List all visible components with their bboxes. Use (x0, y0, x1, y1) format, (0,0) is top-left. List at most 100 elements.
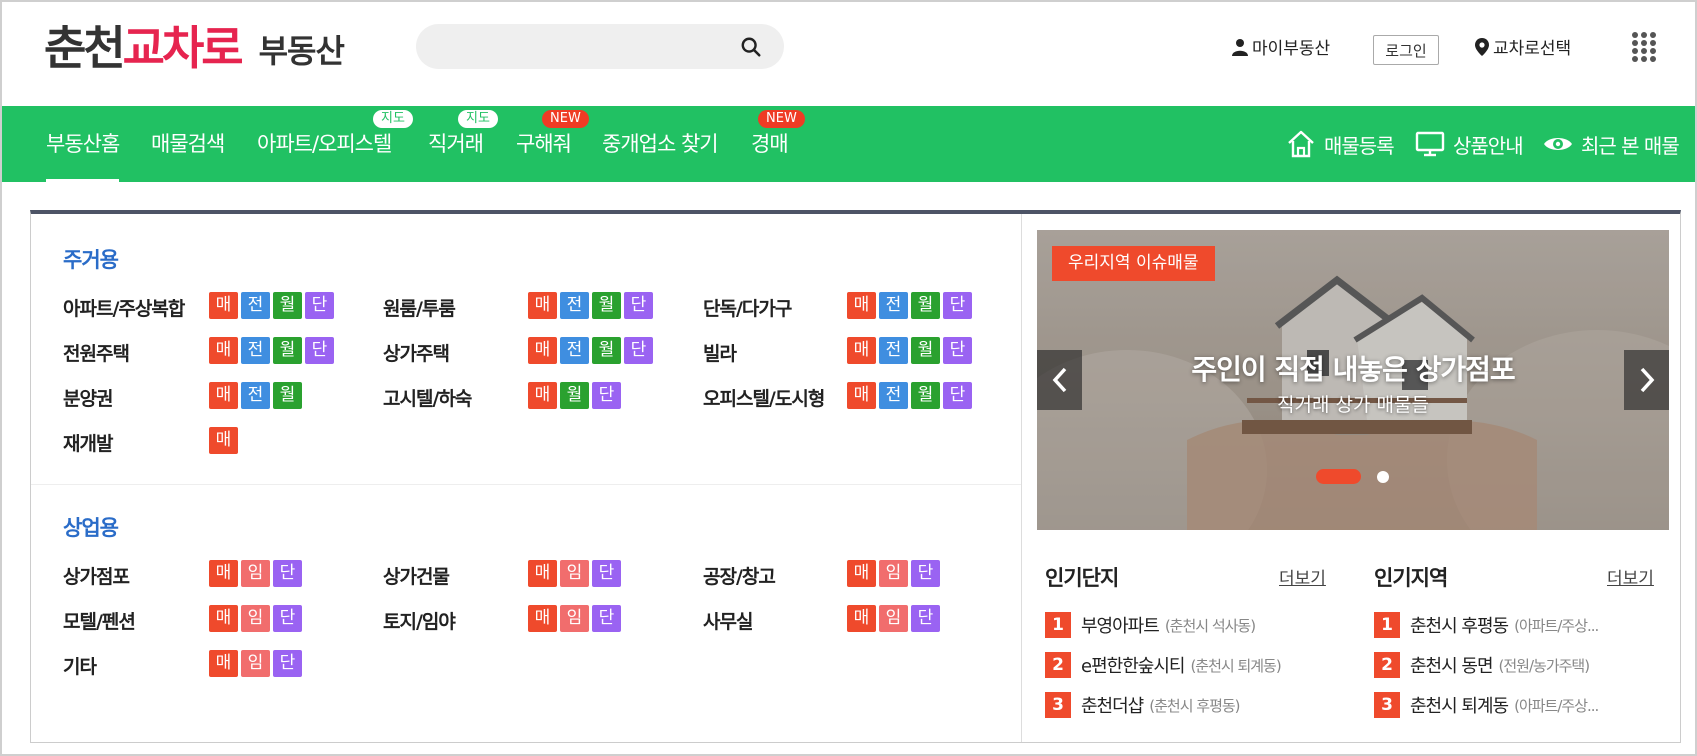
tag-sale[interactable]: 매 (209, 560, 238, 587)
tag-jeonse[interactable]: 전 (241, 292, 270, 319)
tag-sale[interactable]: 매 (209, 605, 238, 632)
tag-sale[interactable]: 매 (847, 337, 876, 364)
category-commercial-building[interactable]: 상가건물 (383, 562, 450, 589)
category-presale-right[interactable]: 분양권 (63, 384, 113, 411)
category-detached[interactable]: 단독/다가구 (703, 294, 792, 321)
nav-direct-deal[interactable]: 직거래 지도 (428, 106, 498, 182)
tag-lease[interactable]: 임 (241, 650, 270, 677)
tag-short-term[interactable]: 단 (592, 605, 621, 632)
tag-short-term[interactable]: 단 (592, 560, 621, 587)
tag-lease[interactable]: 임 (560, 560, 589, 587)
tag-sale[interactable]: 매 (528, 292, 557, 319)
nav-agency-finder[interactable]: 중개업소 찾기 (602, 106, 719, 182)
tag-sale[interactable]: 매 (209, 382, 238, 409)
tag-short-term[interactable]: 단 (624, 337, 653, 364)
product-info-link[interactable]: 상품안내 (1415, 106, 1524, 182)
tag-sale[interactable]: 매 (528, 337, 557, 364)
tag-short-term[interactable]: 단 (273, 560, 302, 587)
category-factory[interactable]: 공장/창고 (703, 562, 776, 589)
category-etc[interactable]: 기타 (63, 652, 97, 679)
tag-jeonse[interactable]: 전 (241, 382, 270, 409)
tag-monthly[interactable]: 월 (592, 292, 621, 319)
category-land[interactable]: 토지/임야 (383, 607, 456, 634)
nav-apartment[interactable]: 아파트/오피스텔 지도 (257, 106, 413, 182)
banner-prev-button[interactable] (1037, 350, 1082, 410)
my-page-link[interactable]: 마이부동산 (1232, 34, 1330, 59)
tag-monthly[interactable]: 월 (911, 382, 940, 409)
nav-request[interactable]: 구해줘 NEW (516, 106, 589, 182)
popular-region-more-link[interactable]: 더보기 (1607, 564, 1654, 589)
category-motel[interactable]: 모텔/펜션 (63, 607, 136, 634)
tag-jeonse[interactable]: 전 (241, 337, 270, 364)
tag-sale[interactable]: 매 (847, 605, 876, 632)
issue-listing-banner[interactable]: 우리지역 이슈매물 주인이 직접 내놓은 상가점포 직거래 상가 매물들 (1037, 230, 1669, 530)
pagination-dot[interactable] (1377, 470, 1389, 483)
tag-sale[interactable]: 매 (847, 292, 876, 319)
search-input[interactable] (416, 24, 784, 69)
list-item[interactable]: 2 e편한한숲시티 (춘천시 퇴계동) (1045, 652, 1282, 678)
tag-short-term[interactable]: 단 (305, 337, 334, 364)
tag-jeonse[interactable]: 전 (879, 337, 908, 364)
tag-short-term[interactable]: 단 (943, 382, 972, 409)
register-listing-link[interactable]: 매물등록 (1286, 106, 1395, 182)
tag-monthly[interactable]: 월 (592, 337, 621, 364)
tag-lease[interactable]: 임 (560, 605, 589, 632)
tag-sale[interactable]: 매 (528, 382, 557, 409)
category-apartment[interactable]: 아파트/주상복합 (63, 294, 185, 321)
tag-short-term[interactable]: 단 (305, 292, 334, 319)
list-item[interactable]: 3 춘천더샵 (춘천시 후평동) (1045, 692, 1241, 718)
tag-lease[interactable]: 임 (879, 605, 908, 632)
list-item[interactable]: 1 춘천시 후평동 (아파트/주상... (1374, 612, 1599, 638)
tag-jeonse[interactable]: 전 (879, 382, 908, 409)
login-button[interactable]: 로그인 (1373, 35, 1439, 65)
tag-short-term[interactable]: 단 (624, 292, 653, 319)
tag-short-term[interactable]: 단 (911, 605, 940, 632)
category-country-house[interactable]: 전원주택 (63, 339, 130, 366)
tag-monthly[interactable]: 월 (273, 382, 302, 409)
category-officetel[interactable]: 오피스텔/도시형 (703, 384, 825, 411)
recently-viewed-link[interactable]: 최근 본 매물 (1543, 106, 1680, 182)
category-gositel[interactable]: 고시텔/하숙 (383, 384, 472, 411)
tag-monthly[interactable]: 월 (560, 382, 589, 409)
tag-lease[interactable]: 임 (879, 560, 908, 587)
tag-monthly[interactable]: 월 (273, 337, 302, 364)
tag-sale[interactable]: 매 (528, 605, 557, 632)
tag-jeonse[interactable]: 전 (879, 292, 908, 319)
category-villa[interactable]: 빌라 (703, 339, 737, 366)
tag-jeonse[interactable]: 전 (560, 337, 589, 364)
tag-short-term[interactable]: 단 (943, 337, 972, 364)
tag-sale[interactable]: 매 (847, 382, 876, 409)
nav-search[interactable]: 매물검색 (151, 106, 225, 182)
list-item[interactable]: 1 부영아파트 (춘천시 석사동) (1045, 612, 1256, 638)
tag-sale[interactable]: 매 (209, 292, 238, 319)
tag-short-term[interactable]: 단 (273, 605, 302, 632)
tag-short-term[interactable]: 단 (273, 650, 302, 677)
tag-short-term[interactable]: 단 (943, 292, 972, 319)
tag-sale[interactable]: 매 (847, 560, 876, 587)
tag-jeonse[interactable]: 전 (560, 292, 589, 319)
pagination-dot-active[interactable] (1316, 469, 1361, 484)
banner-next-button[interactable] (1624, 350, 1669, 410)
category-shop[interactable]: 상가점포 (63, 562, 130, 589)
list-item[interactable]: 3 춘천시 퇴계동 (아파트/주상... (1374, 692, 1599, 718)
search-icon[interactable] (740, 36, 762, 58)
tag-sale[interactable]: 매 (528, 560, 557, 587)
popular-complex-more-link[interactable]: 더보기 (1279, 564, 1326, 589)
site-logo[interactable]: 춘천 교차로 부동산 (44, 20, 345, 76)
tag-short-term[interactable]: 단 (592, 382, 621, 409)
tag-sale[interactable]: 매 (209, 337, 238, 364)
tag-lease[interactable]: 임 (241, 560, 270, 587)
category-shop-house[interactable]: 상가주택 (383, 339, 450, 366)
list-item[interactable]: 2 춘천시 동면 (전원/농가주택) (1374, 652, 1590, 678)
category-redevelopment[interactable]: 재개발 (63, 429, 113, 456)
tag-monthly[interactable]: 월 (273, 292, 302, 319)
region-select-link[interactable]: 교차로선택 (1475, 34, 1571, 59)
tag-lease[interactable]: 임 (241, 605, 270, 632)
all-menu-grid-icon[interactable] (1631, 31, 1657, 63)
category-oneroom[interactable]: 원룸/투룸 (383, 294, 456, 321)
tag-short-term[interactable]: 단 (911, 560, 940, 587)
tag-monthly[interactable]: 월 (911, 337, 940, 364)
nav-home[interactable]: 부동산홈 (46, 106, 120, 182)
tag-monthly[interactable]: 월 (911, 292, 940, 319)
tag-sale[interactable]: 매 (209, 650, 238, 677)
